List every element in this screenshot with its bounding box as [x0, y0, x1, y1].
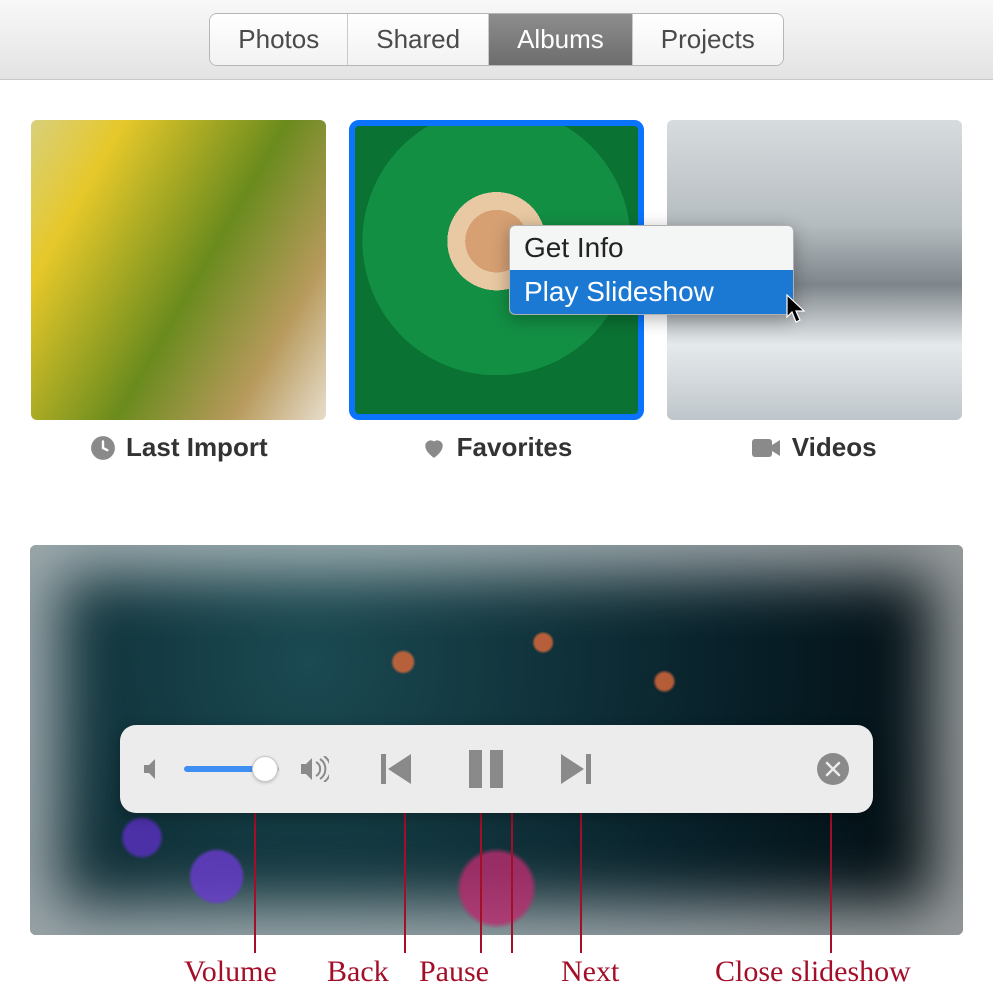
context-menu: Get Info Play Slideshow: [509, 225, 794, 315]
heart-icon: [421, 435, 447, 461]
album-name: Videos: [792, 432, 877, 463]
tab-albums[interactable]: Albums: [489, 14, 633, 65]
close-slideshow-button[interactable]: [817, 753, 849, 785]
volume-high-icon: [301, 756, 329, 782]
previous-button[interactable]: [381, 752, 415, 786]
callout-back: Back: [327, 955, 389, 989]
volume-slider[interactable]: [184, 766, 279, 772]
albums-grid: Last Import Favorites Get Info Play Slid…: [0, 80, 993, 483]
menu-item-get-info[interactable]: Get Info: [510, 226, 793, 270]
volume-slider-knob[interactable]: [252, 756, 278, 782]
album-last-import[interactable]: Last Import: [31, 120, 326, 463]
callout-volume: Volume: [184, 955, 277, 989]
tab-projects[interactable]: Projects: [633, 14, 783, 65]
close-icon: [825, 761, 841, 777]
tab-photos[interactable]: Photos: [210, 14, 348, 65]
slideshow-controls: [120, 725, 873, 813]
album-favorites[interactable]: Favorites Get Info Play Slideshow: [349, 120, 644, 463]
album-name: Last Import: [126, 432, 268, 463]
album-name: Favorites: [457, 432, 573, 463]
toolbar: Photos Shared Albums Projects: [0, 0, 993, 80]
album-thumbnail: [31, 120, 326, 420]
album-label: Videos: [667, 432, 962, 463]
tab-shared[interactable]: Shared: [348, 14, 489, 65]
next-button[interactable]: [557, 752, 591, 786]
album-label: Last Import: [31, 432, 326, 463]
album-label: Favorites: [349, 432, 644, 463]
pause-button[interactable]: [465, 748, 507, 790]
callout-pause: Pause: [419, 955, 489, 989]
callout-close: Close slideshow: [715, 955, 911, 989]
callout-next: Next: [561, 955, 619, 989]
clock-icon: [90, 435, 116, 461]
menu-item-play-slideshow[interactable]: Play Slideshow: [510, 270, 793, 314]
cursor-icon: [786, 294, 812, 324]
volume-low-icon: [144, 758, 162, 780]
video-camera-icon: [752, 437, 782, 459]
view-segmented-control: Photos Shared Albums Projects: [209, 13, 783, 66]
